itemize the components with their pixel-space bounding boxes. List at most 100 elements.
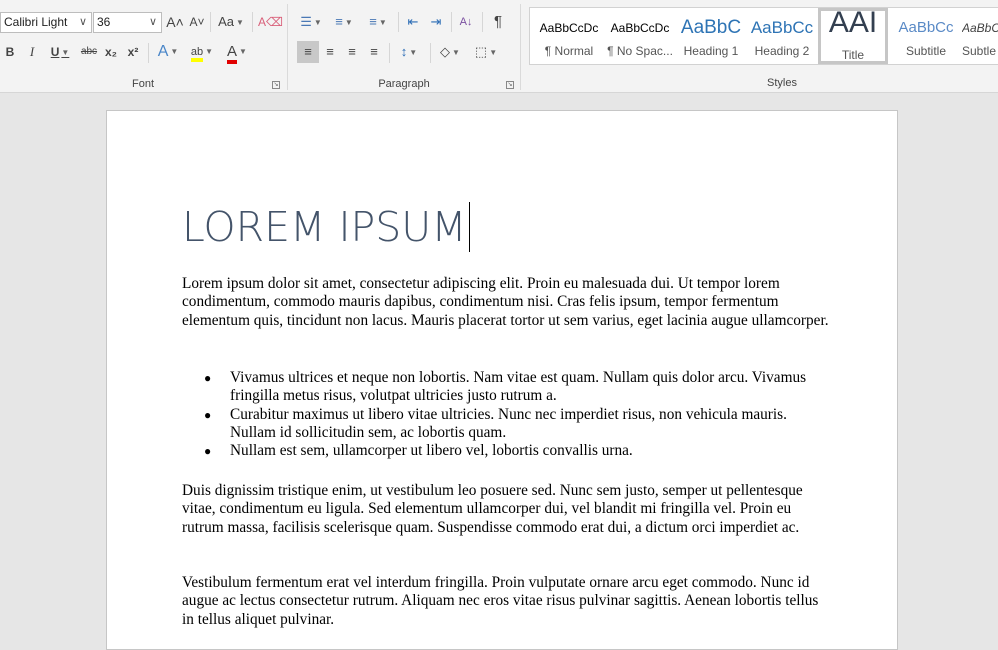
italic-button[interactable]: I xyxy=(24,41,40,63)
style-preview: AaBbCcDc xyxy=(610,21,670,35)
style-normal[interactable]: AaBbCcDc ¶ Normal xyxy=(534,10,604,64)
style-subtitle[interactable]: AaBbCc Subtitle xyxy=(891,10,961,64)
align-left-button[interactable]: ≡ xyxy=(297,41,319,63)
numbering-button[interactable]: ≡ ▼ xyxy=(329,11,359,33)
paragraph-3[interactable]: Vestibulum fermentum erat vel interdum f… xyxy=(182,574,832,629)
separator xyxy=(389,43,390,63)
clear-formatting-button[interactable]: A⌫ xyxy=(258,11,283,33)
style-preview: AaBbCc xyxy=(962,21,998,35)
paragraph-group: ☰ ▼ ≡ ▼ ≡ ▼ ⇤ ⇥ A↓ ¶ ≡ ≡ ≡ ≡ ↕ ▼ ◇ ▼ ⬚ ▼ Parag… xyxy=(288,0,520,93)
increase-indent-icon: ⇥ xyxy=(430,14,442,29)
dropdown-arrow-icon: ▼ xyxy=(489,47,498,57)
styles-gallery: AaBbCcDc ¶ Normal AaBbCcDc ¶ No Spac... … xyxy=(529,7,998,65)
grow-font-button[interactable]: A˄ xyxy=(166,11,184,33)
paint-bucket-icon: ◇ xyxy=(440,44,451,59)
chevron-down-icon[interactable]: ∨ xyxy=(79,13,87,32)
bullets-button[interactable]: ☰ ▼ xyxy=(296,11,326,33)
separator xyxy=(148,43,149,63)
list-item[interactable]: ● Nullam est sem, ullamcorper ut libero v… xyxy=(182,442,832,460)
strikethrough-button[interactable]: abc xyxy=(79,41,99,63)
document-page[interactable]: LOREM IPSUM Lorem ipsum dolor sit amet, … xyxy=(106,110,898,650)
decrease-indent-button[interactable]: ⇤ xyxy=(403,11,423,33)
chevron-down-icon[interactable]: ∨ xyxy=(149,13,157,32)
underline-button[interactable]: U ▼ xyxy=(46,41,74,63)
style-preview: AAI xyxy=(828,11,878,39)
sort-button[interactable]: A↓ xyxy=(456,11,476,33)
shading-button[interactable]: ◇ ▼ xyxy=(435,41,465,63)
multilevel-list-button[interactable]: ≡ ▼ xyxy=(363,11,393,33)
separator xyxy=(430,43,431,63)
show-formatting-marks-button[interactable]: ¶ xyxy=(488,11,508,33)
document-title[interactable]: LOREM IPSUM xyxy=(182,202,470,252)
subscript-button[interactable]: x₂ xyxy=(102,41,120,63)
bold-icon: B xyxy=(5,45,15,59)
list-item-text: Nullam est sem, ullamcorper ut libero ve… xyxy=(230,442,633,460)
align-center-button[interactable]: ≡ xyxy=(319,41,341,63)
style-no-spacing[interactable]: AaBbCcDc ¶ No Spac... xyxy=(605,10,675,64)
shrink-font-button[interactable]: A˅ xyxy=(188,11,206,33)
change-case-button[interactable]: Aa ▼ xyxy=(216,11,246,33)
align-center-icon: ≡ xyxy=(326,44,334,59)
dropdown-arrow-icon: ▼ xyxy=(205,47,214,57)
dropdown-arrow-icon: ▼ xyxy=(409,47,418,57)
separator xyxy=(252,12,253,32)
align-right-icon: ≡ xyxy=(348,44,356,59)
superscript-button[interactable]: x² xyxy=(124,41,142,63)
justify-button[interactable]: ≡ xyxy=(363,41,385,63)
list-item[interactable]: ● Curabitur maximus ut libero vitae ultri… xyxy=(182,406,832,443)
align-right-button[interactable]: ≡ xyxy=(341,41,363,63)
style-name: Subtitle xyxy=(905,44,947,58)
bullet-icon: ● xyxy=(204,407,212,422)
style-subtle-emphasis[interactable]: AaBbCc Subtle Em... xyxy=(962,10,998,64)
pilcrow-icon: ¶ xyxy=(493,13,503,30)
underline-icon: U xyxy=(50,45,60,59)
list-item-text: Curabitur maximus ut libero vitae ultric… xyxy=(230,405,787,441)
increase-indent-button[interactable]: ⇥ xyxy=(426,11,446,33)
dropdown-arrow-icon: ▼ xyxy=(452,47,460,57)
list-item-text: Vivamus ultrices et neque non lobortis. … xyxy=(230,369,807,405)
grow-font-icon: A˄ xyxy=(166,14,184,30)
font-group-label: Font xyxy=(131,78,154,90)
eraser-icon: A⌫ xyxy=(258,15,283,29)
text-effects-button[interactable]: A ▼ xyxy=(154,41,182,63)
style-name: Title xyxy=(841,48,865,62)
style-name: Heading 2 xyxy=(754,44,810,58)
paragraph-2[interactable]: Duis dignissim tristique enim, ut vestib… xyxy=(182,482,832,537)
align-left-icon: ≡ xyxy=(304,44,312,59)
ribbon: Calibri Light ∨ 36 ∨ A˄ A˅ Aa ▼ A⌫ B I U ▼… xyxy=(0,0,998,93)
font-color-button[interactable]: A ▼ xyxy=(222,41,252,64)
superscript-icon: x² xyxy=(127,45,139,59)
dropdown-arrow-icon: ▼ xyxy=(344,17,353,27)
style-title[interactable]: AAI Title xyxy=(818,8,888,64)
style-preview: AaBbC xyxy=(680,17,742,38)
dialog-launcher-icon[interactable]: ↘ xyxy=(506,81,514,89)
separator xyxy=(210,12,211,32)
dialog-launcher-icon[interactable]: ↘ xyxy=(272,81,280,89)
bullet-icon: ● xyxy=(204,371,212,385)
justify-icon: ≡ xyxy=(370,44,378,59)
highlighter-icon: ab xyxy=(190,46,204,62)
font-name-combo[interactable]: Calibri Light ∨ xyxy=(0,12,92,33)
separator xyxy=(398,12,399,32)
dropdown-arrow-icon: ▼ xyxy=(378,17,387,27)
font-group: Calibri Light ∨ 36 ∨ A˄ A˅ Aa ▼ A⌫ B I U ▼… xyxy=(0,0,286,93)
decrease-indent-icon: ⇤ xyxy=(407,14,419,29)
style-heading-2[interactable]: AaBbCc Heading 2 xyxy=(747,10,817,64)
highlight-button[interactable]: ab ▼ xyxy=(186,41,218,63)
line-spacing-button[interactable]: ↕ ▼ xyxy=(394,41,424,63)
change-case-icon: Aa xyxy=(218,14,234,29)
style-heading-1[interactable]: AaBbC Heading 1 xyxy=(676,10,746,64)
font-name-value: Calibri Light xyxy=(4,15,68,29)
style-preview: AaBbCcDc xyxy=(539,21,599,35)
list-item[interactable]: ● Vivamus ultrices et neque non lobortis.… xyxy=(182,369,832,406)
dropdown-arrow-icon: ▼ xyxy=(61,47,70,57)
style-name: ¶ No Spac... xyxy=(607,44,673,58)
bold-button[interactable]: B xyxy=(2,41,18,63)
paragraph-1[interactable]: Lorem ipsum dolor sit amet, consectetur … xyxy=(182,275,832,330)
dropdown-arrow-icon: ▼ xyxy=(313,17,322,27)
borders-button[interactable]: ⬚ ▼ xyxy=(469,41,503,63)
font-size-value: 36 xyxy=(97,15,111,29)
font-size-combo[interactable]: 36 ∨ xyxy=(93,12,162,33)
dropdown-arrow-icon: ▼ xyxy=(170,47,179,56)
line-spacing-icon: ↕ xyxy=(400,44,408,59)
